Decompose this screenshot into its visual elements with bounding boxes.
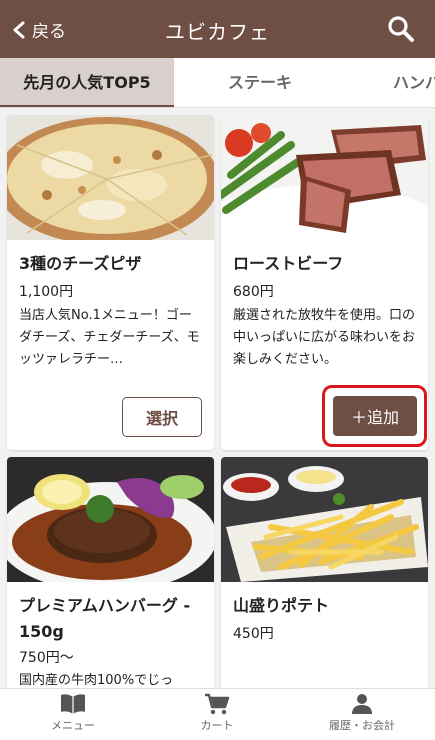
item-name: プレミアムハンバーグ - 150g [19, 596, 191, 641]
menu-card[interactable]: 山盛りポテト 450円 [221, 457, 428, 697]
item-name: 3種のチーズピザ [19, 254, 142, 273]
app-header: 戻る ユビカフェ [0, 0, 435, 58]
item-description: 厳選された放牧牛を使用。口の中いっぱいに広がる味わいをお楽しみください。 [233, 308, 416, 367]
nav-cart-label: カート [200, 719, 234, 732]
item-price: 450円 [233, 626, 274, 642]
pizza-image [7, 115, 214, 240]
roast-beef-image [221, 115, 428, 240]
nav-menu[interactable]: メニュー [13, 693, 133, 733]
search-icon[interactable] [387, 15, 415, 43]
item-price: 680円 [233, 284, 274, 300]
tab-steak[interactable]: ステーキ [228, 58, 292, 107]
hamburg-image [7, 457, 214, 582]
menu-card[interactable]: ローストビーフ 680円 厳選された放牧牛を使用。口の中いっぱいに広がる味わいを… [221, 115, 428, 450]
menu-card[interactable]: 3種のチーズピザ 1,100円 当店人気No.1メニュー！ゴーダチーズ、チェダー… [7, 115, 214, 450]
item-name: ローストビーフ [233, 254, 344, 273]
item-price: 1,100円 [19, 284, 74, 300]
tab-top5[interactable]: 先月の人気TOP5 [0, 58, 174, 107]
select-button[interactable]: 選択 [122, 397, 202, 437]
cart-icon [205, 693, 230, 715]
tab-hamburg[interactable]: ハンバ [393, 58, 435, 107]
page-title: ユビカフェ [165, 20, 270, 44]
menu-card[interactable]: プレミアムハンバーグ - 150g 750円〜 国内産の牛肉100%でじっ [7, 457, 214, 697]
user-icon [352, 694, 372, 714]
add-button[interactable]: ＋追加 [333, 396, 417, 436]
category-tabs: 先月の人気TOP5 ステーキ ハンバ [0, 58, 435, 108]
item-name: 山盛りポテト [233, 596, 330, 615]
bottom-nav: メニュー カート 履歴・お会計 [0, 688, 435, 740]
french-fries-image [221, 457, 428, 582]
book-icon [61, 694, 85, 714]
item-description: 当店人気No.1メニュー！ゴーダチーズ、チェダーチーズ、モッツァレラチー… [19, 308, 200, 367]
nav-cart[interactable]: カート [157, 693, 277, 733]
nav-history[interactable]: 履歴・お会計 [302, 693, 422, 733]
nav-menu-label: メニュー [51, 719, 95, 732]
item-price: 750円〜 [19, 650, 74, 666]
nav-history-label: 履歴・お会計 [329, 719, 395, 732]
